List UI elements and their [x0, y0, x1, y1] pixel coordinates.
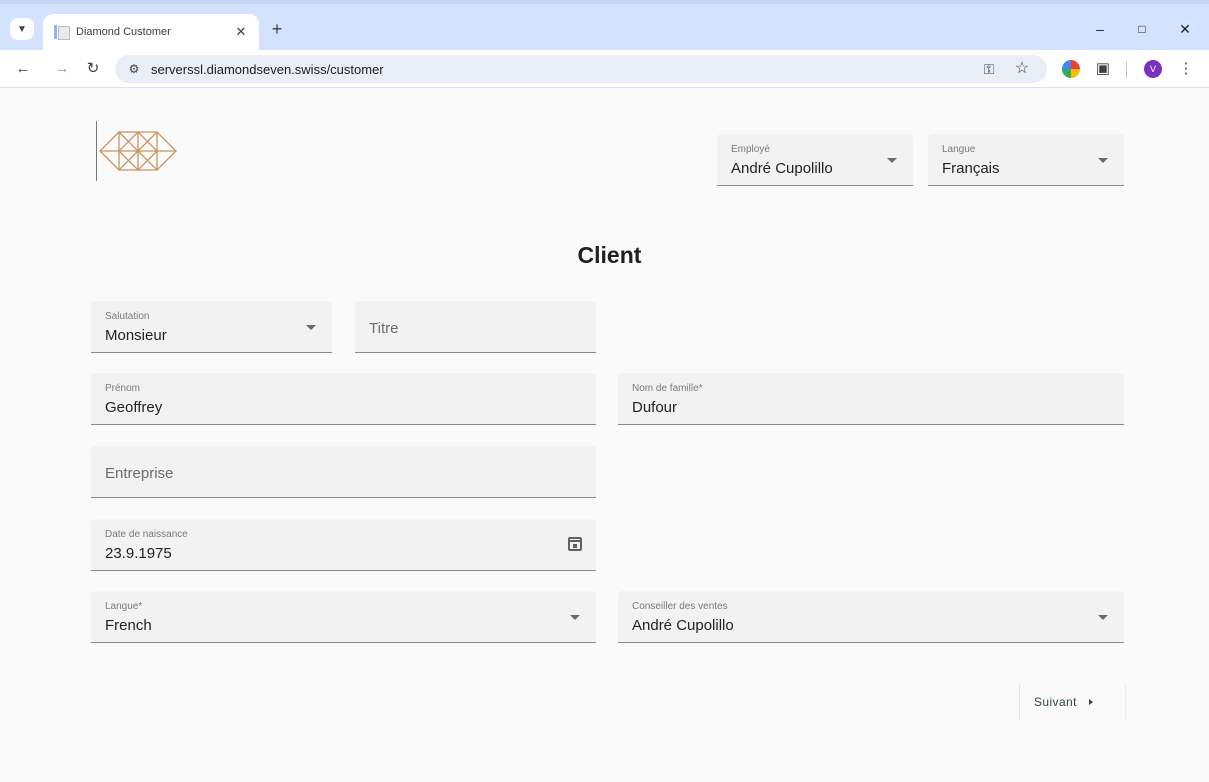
address-bar[interactable]: ⚙ serverssl.diamondseven.swiss/customer …: [115, 55, 1047, 83]
first-name-value: Geoffrey: [105, 399, 163, 416]
last-name-input[interactable]: Nom de famille* Dufour: [618, 373, 1124, 425]
title-placeholder: Titre: [369, 320, 399, 337]
chevron-down-icon: [306, 325, 316, 330]
forward-arrow-icon[interactable]: →: [51, 58, 73, 80]
browser-toolbar: ← → ↻ ⚙ serverssl.diamondseven.swiss/cus…: [0, 50, 1209, 88]
employee-select[interactable]: Employé André Cupolillo: [717, 134, 913, 186]
sales-advisor-label: Conseiller des ventes: [632, 601, 728, 612]
close-window-button[interactable]: ✕: [1170, 18, 1200, 40]
first-name-input[interactable]: Prénom Geoffrey: [91, 373, 596, 425]
next-button[interactable]: Suivant: [1019, 684, 1125, 720]
tab-title: Diamond Customer: [76, 26, 171, 38]
chevron-down-icon: [570, 615, 580, 620]
password-key-icon[interactable]: ⚿: [978, 58, 1000, 80]
tab-close-icon[interactable]: ✕: [231, 24, 251, 40]
diamond-logo: [96, 121, 177, 181]
page-title: Client: [577, 242, 642, 268]
language-label: Langue*: [105, 601, 143, 612]
bookmark-star-icon[interactable]: ☆: [1011, 58, 1033, 80]
extensions-puzzle-icon[interactable]: ▣: [1094, 60, 1112, 78]
last-name-label: Nom de famille*: [632, 383, 703, 394]
language-value: French: [105, 617, 152, 634]
language-header-value: Français: [942, 160, 1000, 177]
chevron-down-icon: [1098, 158, 1108, 163]
birth-date-label: Date de naissance: [105, 529, 188, 540]
arrow-right-icon: [1088, 699, 1093, 705]
employee-value: André Cupolillo: [731, 160, 833, 177]
salutation-label: Salutation: [105, 311, 150, 322]
language-select[interactable]: Langue* French: [91, 591, 596, 643]
first-name-label: Prénom: [105, 383, 141, 394]
sales-advisor-value: André Cupolillo: [632, 617, 734, 634]
new-tab-button[interactable]: +: [266, 18, 288, 40]
profile-avatar[interactable]: V: [1144, 60, 1162, 78]
maximize-button[interactable]: □: [1127, 18, 1157, 40]
chevron-down-icon: [1098, 615, 1108, 620]
browser-tab[interactable]: Diamond Customer ✕: [43, 14, 259, 50]
title-input[interactable]: Titre: [355, 301, 596, 353]
tab-strip-edge: [0, 0, 1209, 4]
toolbar-divider: [1126, 62, 1127, 78]
calendar-icon[interactable]: [568, 537, 582, 551]
site-info-icon[interactable]: ⚙: [123, 62, 145, 76]
salutation-select[interactable]: Salutation Monsieur: [91, 301, 332, 353]
salutation-value: Monsieur: [105, 327, 167, 344]
page-content: Employé André Cupolillo Langue Français …: [0, 89, 1209, 782]
last-name-value: Dufour: [632, 399, 678, 416]
browser-menu-kebab-icon[interactable]: ⋮: [1176, 58, 1196, 80]
language-header-select[interactable]: Langue Français: [928, 134, 1124, 186]
minimize-button[interactable]: –: [1085, 18, 1115, 40]
color-extension-icon[interactable]: [1062, 60, 1080, 78]
sales-advisor-select[interactable]: Conseiller des ventes André Cupolillo: [618, 591, 1124, 643]
tab-search-chevron-icon[interactable]: ▼: [10, 18, 34, 40]
address-url[interactable]: serverssl.diamondseven.swiss/customer: [151, 62, 384, 77]
company-input[interactable]: Entreprise: [91, 446, 596, 498]
browser-tab-strip: ▼ Diamond Customer ✕ + – □ ✕: [0, 0, 1209, 50]
birth-date-value: 23.9.1975: [105, 545, 172, 562]
language-header-label: Langue: [942, 144, 976, 155]
back-arrow-icon[interactable]: ←: [12, 58, 34, 80]
chevron-down-icon: [887, 158, 897, 163]
employee-label: Employé: [731, 144, 770, 155]
company-placeholder: Entreprise: [105, 465, 174, 482]
birth-date-input[interactable]: Date de naissance 23.9.1975: [91, 519, 596, 571]
reload-icon[interactable]: ↻: [82, 58, 104, 80]
next-button-label: Suivant: [1034, 695, 1077, 709]
page-favicon-icon: [53, 24, 70, 40]
